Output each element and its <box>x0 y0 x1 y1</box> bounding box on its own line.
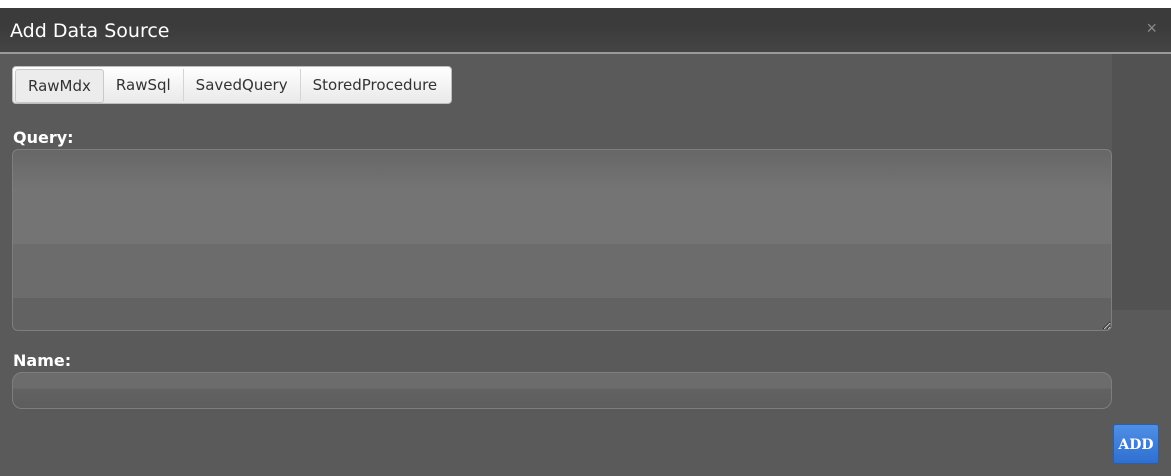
name-input[interactable] <box>12 372 1112 409</box>
tab-rawsql[interactable]: RawSql <box>104 69 184 101</box>
tab-storedprocedure[interactable]: StoredProcedure <box>301 69 450 101</box>
dialog-title: Add Data Source <box>10 20 170 42</box>
query-textarea[interactable] <box>12 149 1112 331</box>
add-data-source-dialog: Add Data Source × RawMdx RawSql SavedQue… <box>0 8 1171 476</box>
add-button[interactable]: ADD <box>1113 424 1159 464</box>
dialog-side-shade <box>1112 54 1171 310</box>
query-label: Query: <box>13 128 74 147</box>
close-icon[interactable]: × <box>1146 18 1157 39</box>
tab-savedquery[interactable]: SavedQuery <box>184 69 301 101</box>
name-label: Name: <box>13 351 72 370</box>
source-type-tabs: RawMdx RawSql SavedQuery StoredProcedure <box>12 66 453 104</box>
dialog-titlebar: Add Data Source × <box>0 8 1171 54</box>
tab-rawmdx[interactable]: RawMdx <box>15 69 104 103</box>
